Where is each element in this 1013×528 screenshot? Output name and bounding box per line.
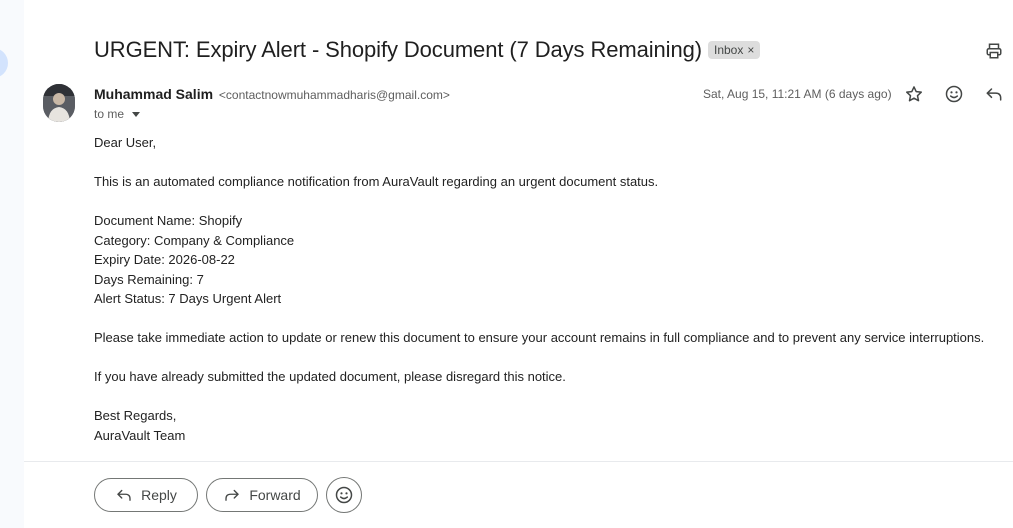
sender-email: <contactnowmuhammadharis@gmail.com> bbox=[218, 88, 450, 102]
divider bbox=[24, 461, 1013, 462]
chevron-down-icon[interactable] bbox=[132, 111, 141, 117]
body-disregard-note: If you have already submitted the update… bbox=[94, 369, 566, 384]
remove-label-icon[interactable]: × bbox=[747, 41, 754, 59]
body-action-request: Please take immediate action to update o… bbox=[94, 330, 985, 345]
body-team: AuraVault Team bbox=[94, 427, 186, 443]
avatar-photo bbox=[43, 84, 75, 122]
sender-row: Muhammad Salim <contactnowmuhammadharis@… bbox=[94, 86, 450, 104]
body-document-name: Document Name: Shopify bbox=[94, 213, 243, 228]
emoji-icon bbox=[945, 85, 963, 103]
body-days-remaining: Days Remaining: 7 bbox=[94, 271, 204, 287]
reply-icon-button[interactable] bbox=[981, 81, 1007, 107]
star-icon bbox=[906, 86, 922, 102]
avatar[interactable] bbox=[43, 84, 75, 122]
body-signoff: Best Regards, bbox=[94, 408, 177, 423]
recipient-row[interactable]: to me bbox=[94, 107, 141, 121]
reply-icon bbox=[117, 489, 131, 501]
email-body: Dear User, This is an automated complian… bbox=[94, 133, 999, 445]
print-icon bbox=[986, 43, 1002, 59]
label-text: Inbox bbox=[714, 43, 744, 57]
add-reaction-button[interactable] bbox=[941, 81, 967, 107]
reply-button[interactable]: Reply bbox=[94, 478, 198, 512]
reply-icon bbox=[986, 88, 1002, 101]
reply-button-label: Reply bbox=[141, 487, 177, 503]
email-date: Sat, Aug 15, 11:21 AM (6 days ago) bbox=[703, 87, 892, 101]
forward-icon bbox=[225, 489, 239, 501]
sender-name[interactable]: Muhammad Salim bbox=[94, 86, 213, 102]
body-alert-status: Alert Status: 7 Days Urgent Alert bbox=[94, 291, 282, 306]
body-intro: This is an automated compliance notifica… bbox=[94, 174, 659, 189]
emoji-reaction-button[interactable] bbox=[326, 477, 362, 513]
inbox-label-chip[interactable]: Inbox × bbox=[708, 41, 761, 59]
print-button[interactable] bbox=[981, 38, 1007, 64]
forward-button[interactable]: Forward bbox=[206, 478, 318, 512]
email-subject: URGENT: Expiry Alert - Shopify Document … bbox=[94, 37, 702, 62]
emoji-icon bbox=[335, 486, 353, 504]
subject-row: URGENT: Expiry Alert - Shopify Document … bbox=[94, 35, 1013, 65]
star-button[interactable] bbox=[901, 81, 927, 107]
body-expiry-date: Expiry Date: 2026-08-22 bbox=[94, 252, 235, 267]
body-category: Category: Company & Compliance bbox=[94, 232, 295, 248]
forward-button-label: Forward bbox=[249, 487, 301, 503]
left-side-strip bbox=[0, 0, 24, 528]
body-greeting: Dear User, bbox=[94, 135, 157, 150]
recipient-label: to me bbox=[94, 107, 125, 121]
